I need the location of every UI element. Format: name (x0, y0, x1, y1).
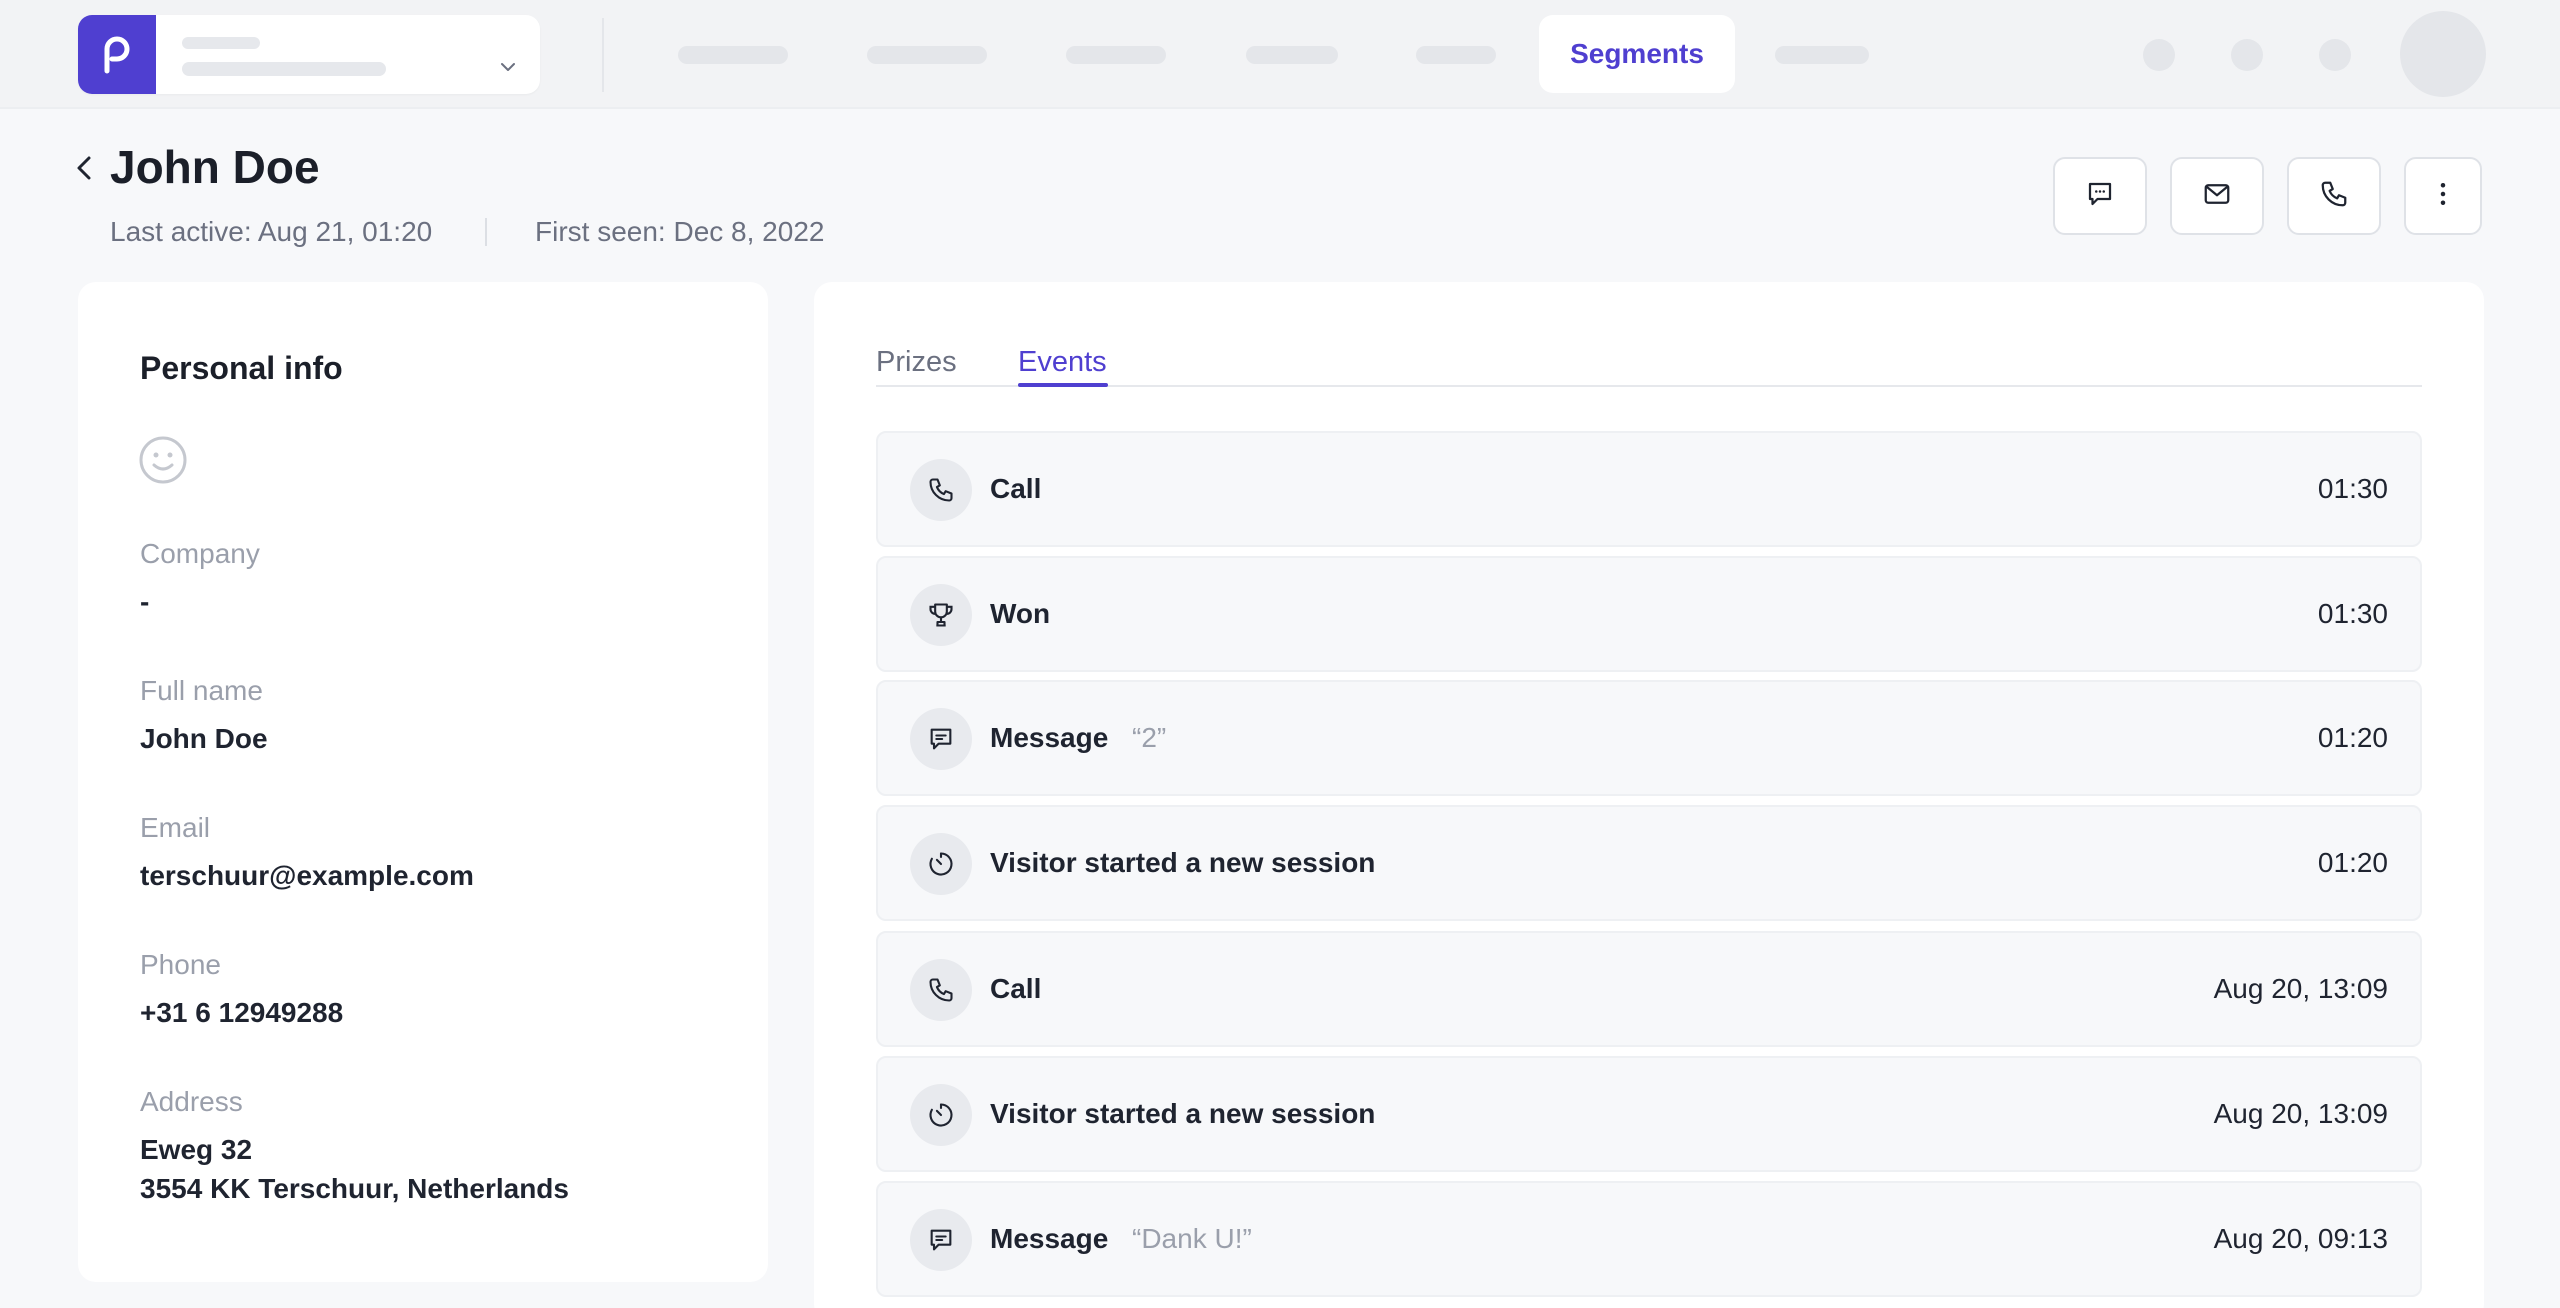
trophy-icon (910, 584, 972, 646)
event-label: Visitor started a new session (990, 847, 1376, 878)
meta-divider (485, 218, 487, 246)
phone-icon (2319, 179, 2349, 214)
chevron-down-icon (496, 55, 520, 79)
call-button[interactable] (2287, 157, 2381, 235)
mail-icon (2202, 179, 2232, 214)
chat-icon (2085, 179, 2115, 214)
user-avatar[interactable] (2400, 11, 2486, 97)
page-title: John Doe (110, 141, 320, 193)
event-row[interactable]: Visitor started a new session Aug 20, 13… (876, 1056, 2422, 1172)
more-options-button[interactable] (2404, 157, 2482, 235)
event-time: 01:20 (2317, 722, 2388, 753)
chat-button[interactable] (2053, 157, 2147, 235)
tab-prizes[interactable]: Prizes (876, 346, 957, 379)
personal-info-card: Personal info Company - Full name John D… (78, 282, 768, 1282)
phone-icon (910, 459, 972, 521)
phone-value: +31 6 12949288 (140, 997, 344, 1028)
event-label: Message (990, 1223, 1109, 1254)
nav-item-placeholder[interactable] (1246, 46, 1338, 64)
event-time: Aug 20, 13:09 (2213, 1098, 2388, 1129)
nav-divider (602, 18, 604, 92)
address-line-1: Eweg 32 (140, 1134, 253, 1165)
address-line-2: 3554 KK Terschuur, Netherlands (140, 1173, 569, 1204)
nav-item-placeholder[interactable] (678, 46, 788, 64)
more-vertical-icon (2428, 179, 2458, 214)
nav-item-placeholder[interactable] (1416, 46, 1496, 64)
smiley-avatar-icon (138, 435, 188, 485)
company-label: Company (140, 538, 260, 569)
company-value: - (140, 586, 150, 617)
event-time: Aug 20, 09:13 (2213, 1223, 2388, 1254)
event-row[interactable]: Visitor started a new session 01:20 (876, 805, 2422, 921)
active-tab-indicator (1018, 383, 1108, 387)
first-seen-text: First seen: Dec 8, 2022 (535, 216, 825, 247)
email-button[interactable] (2170, 157, 2264, 235)
nav-item-placeholder[interactable] (867, 46, 987, 64)
event-row[interactable]: Won 01:30 (876, 556, 2422, 672)
app-logo (78, 15, 156, 94)
top-navigation: Segments (0, 0, 2560, 109)
message-icon (910, 708, 972, 770)
last-active-text: Last active: Aug 21, 01:20 (110, 216, 433, 247)
fullname-label: Full name (140, 675, 263, 706)
nav-item-segments[interactable]: Segments (1539, 15, 1735, 93)
event-row[interactable]: Message “2” 01:20 (876, 680, 2422, 796)
event-message-preview: “Dank U!” (1132, 1223, 1252, 1254)
event-time: Aug 20, 13:09 (2213, 973, 2388, 1004)
event-label: Call (990, 473, 1042, 504)
nav-icon-placeholder[interactable] (2319, 39, 2351, 71)
address-label: Address (140, 1086, 243, 1117)
nav-icon-placeholder[interactable] (2143, 39, 2175, 71)
email-label: Email (140, 812, 211, 843)
event-row[interactable]: Message “Dank U!” Aug 20, 09:13 (876, 1181, 2422, 1297)
nav-icon-placeholder[interactable] (2231, 39, 2263, 71)
personal-info-title: Personal info (140, 350, 343, 386)
activity-card: Prizes Events Call 01:30 Won 01:30 Messa… (814, 282, 2484, 1308)
event-label: Call (990, 973, 1042, 1004)
phone-label: Phone (140, 949, 221, 980)
message-icon (910, 1209, 972, 1271)
event-row[interactable]: Call 01:30 (876, 431, 2422, 547)
event-time: 01:30 (2317, 473, 2388, 504)
event-message-preview: “2” (1132, 722, 1167, 753)
event-row[interactable]: Call Aug 20, 13:09 (876, 931, 2422, 1047)
tab-events[interactable]: Events (1018, 346, 1107, 379)
event-time: 01:20 (2317, 847, 2388, 878)
email-value: terschuur@example.com (140, 860, 474, 891)
event-label: Won (990, 598, 1051, 629)
workspace-switcher[interactable] (78, 15, 540, 94)
fullname-value: John Doe (140, 723, 268, 754)
event-label: Visitor started a new session (990, 1098, 1376, 1129)
workspace-name-placeholder (182, 37, 260, 49)
session-timer-icon (910, 1084, 972, 1146)
phone-icon (910, 959, 972, 1021)
nav-item-placeholder[interactable] (1775, 46, 1869, 64)
nav-item-placeholder[interactable] (1066, 46, 1166, 64)
back-arrow-icon[interactable] (70, 152, 98, 184)
event-time: 01:30 (2317, 598, 2388, 629)
session-timer-icon (910, 833, 972, 895)
workspace-subtitle-placeholder (182, 62, 386, 76)
event-label: Message (990, 722, 1109, 753)
